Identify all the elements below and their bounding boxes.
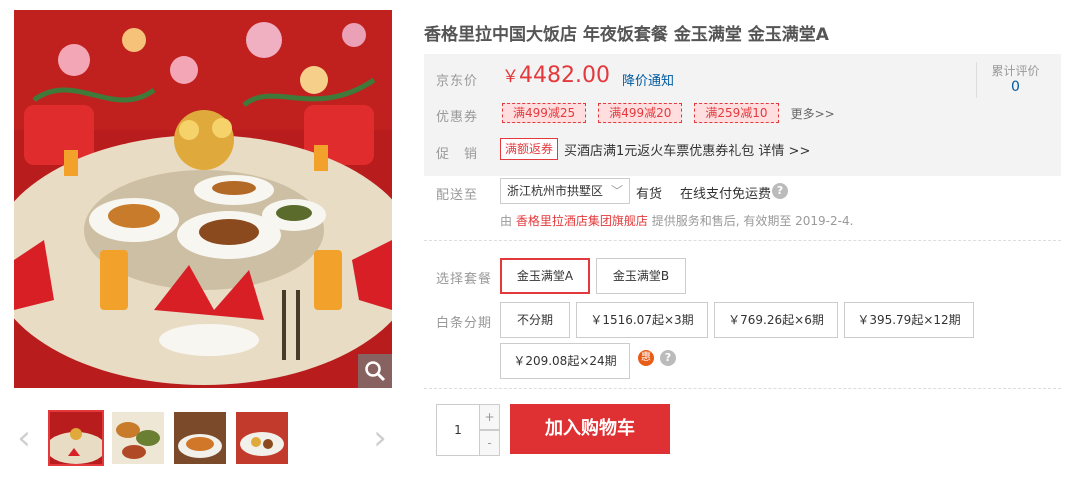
shop-link[interactable]: 香格里拉酒店集团旗舰店 — [516, 214, 648, 228]
add-to-cart-button[interactable]: 加入购物车 — [510, 404, 670, 454]
help-icon[interactable]: ? — [772, 183, 788, 199]
coupon-list: 满499减25 满499减20 满259减10 更多>> — [502, 103, 835, 123]
price-label: 京东价 — [436, 74, 479, 89]
price-summary: 京东价 ￥4482.00 降价通知 累计评价 0 优惠券 满499减25 满49… — [424, 54, 1061, 176]
installment-option[interactable]: ￥209.08起×24期 — [500, 343, 630, 379]
divider — [424, 240, 1061, 241]
review-count[interactable]: 0 — [977, 79, 1054, 95]
chevron-down-icon: ﹀ — [610, 184, 623, 198]
quantity-decrease-button[interactable]: - — [480, 430, 500, 456]
delivery-location-select[interactable]: 浙江杭州市拱墅区 ﹀ — [500, 178, 630, 204]
thumbnail[interactable] — [48, 410, 104, 466]
shop-prefix: 由 — [500, 214, 513, 228]
coupon-item[interactable]: 满499减20 — [598, 103, 683, 123]
product-title: 香格里拉中国大饭店 年夜饭套餐 金玉满堂 金玉满堂A — [424, 25, 829, 45]
product-main-image[interactable] — [14, 10, 392, 388]
stock-status: 有货 — [636, 187, 663, 202]
shop-suffix: 提供服务和售后, 有效期至 2019-2-4. — [651, 214, 854, 228]
thumbnail-image — [50, 412, 102, 464]
promotion: 满额返券 买酒店满1元返火车票优惠券礼包 详情 >> — [500, 138, 810, 160]
installment-option[interactable]: 不分期 — [500, 302, 570, 338]
shop-line: 由 香格里拉酒店集团旗舰店 提供服务和售后, 有效期至 2019-2-4. — [500, 212, 853, 229]
promotion-tag: 满额返券 — [500, 138, 559, 160]
coupon-label: 优惠券 — [436, 110, 479, 125]
price-value: ￥4482.00 — [502, 63, 610, 88]
price-drop-notify-link[interactable]: 降价通知 — [622, 70, 674, 89]
promotion-label: 促 销 — [436, 147, 479, 162]
quantity-increase-button[interactable]: + — [480, 404, 500, 430]
thumbnail[interactable] — [234, 410, 290, 466]
thumbnail[interactable] — [172, 410, 228, 466]
delivery-location: 浙江杭州市拱墅区 — [507, 184, 604, 198]
installment-option[interactable]: ￥1516.07起×3期 — [576, 302, 708, 338]
help-icon[interactable]: ? — [660, 350, 676, 366]
installment-label: 白条分期 — [436, 316, 493, 331]
thumbnail[interactable] — [110, 410, 166, 466]
quantity-input[interactable]: 1 — [436, 404, 480, 456]
coupon-item[interactable]: 满499减25 — [502, 103, 587, 123]
thumbnail-strip: ‹ › — [10, 406, 394, 472]
divider — [424, 388, 1061, 389]
review-label: 累计评价 — [991, 64, 1040, 78]
thumbnail-image — [112, 412, 164, 464]
delivery-label: 配送至 — [436, 188, 479, 203]
set-option[interactable]: 金玉满堂B — [596, 258, 686, 294]
set-label: 选择套餐 — [436, 272, 493, 287]
magnifier-icon — [365, 361, 386, 382]
discount-badge-icon[interactable]: 惠 — [638, 350, 654, 366]
thumbnail-image — [174, 412, 226, 464]
banquet-photo — [14, 10, 392, 388]
pay-info: 在线支付免运费 — [680, 187, 772, 202]
installment-option[interactable]: ￥769.26起×6期 — [714, 302, 838, 338]
zoom-button[interactable] — [358, 354, 392, 388]
installment-option[interactable]: ￥395.79起×12期 — [844, 302, 974, 338]
thumbnail-image — [236, 412, 288, 464]
chevron-right-icon[interactable]: › — [368, 420, 392, 456]
chevron-left-icon[interactable]: ‹ — [12, 420, 36, 456]
coupon-item[interactable]: 满259减10 — [694, 103, 779, 123]
review-summary[interactable]: 累计评价 0 — [976, 62, 1054, 98]
more-coupons-link[interactable]: 更多>> — [791, 105, 835, 122]
set-option[interactable]: 金玉满堂A — [500, 258, 590, 294]
promotion-details-link[interactable]: 买酒店满1元返火车票优惠券礼包 详情 >> — [564, 140, 810, 159]
